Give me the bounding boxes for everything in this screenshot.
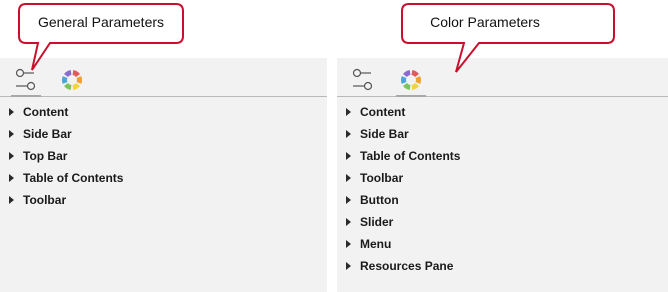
expand-arrow-icon[interactable] — [346, 152, 351, 160]
tree-item-label: Toolbar — [23, 193, 67, 207]
color-wheel-icon — [401, 70, 421, 90]
tree-item-label: Resources Pane — [360, 259, 454, 273]
color-wheel-segment — [72, 70, 80, 77]
color-wheel-segment — [62, 76, 68, 84]
tree-item-side-bar[interactable]: Side Bar — [337, 123, 460, 145]
tab-bar — [0, 58, 327, 97]
tab-bar — [337, 58, 668, 97]
general-parameters-panel: Content Side Bar Top Bar Table of Conten… — [0, 58, 327, 292]
tree-item-toolbar[interactable]: Toolbar — [337, 167, 460, 189]
expand-arrow-icon[interactable] — [346, 240, 351, 248]
tree-item-label: Side Bar — [23, 127, 72, 141]
callout-color-text: Color Parameters — [430, 14, 540, 30]
tree-item-label: Slider — [360, 215, 394, 229]
color-wheel-segment — [411, 70, 419, 77]
tree-item-label: Menu — [360, 237, 392, 251]
tree-item-slider[interactable]: Slider — [337, 211, 460, 233]
tree-item-table-of-contents[interactable]: Table of Contents — [337, 145, 460, 167]
color-wheel-icon — [62, 70, 82, 90]
color-wheel-segment — [64, 83, 72, 90]
color-wheel-segment — [411, 83, 419, 90]
tree-item-side-bar[interactable]: Side Bar — [0, 123, 123, 145]
expand-arrow-icon[interactable] — [9, 152, 14, 160]
expand-arrow-icon[interactable] — [9, 130, 14, 138]
expand-arrow-icon[interactable] — [346, 218, 351, 226]
expand-arrow-icon[interactable] — [346, 174, 351, 182]
tree-item-label: Button — [360, 193, 399, 207]
tree-item-resources-pane[interactable]: Resources Pane — [337, 255, 460, 277]
callout-general-text: General Parameters — [37, 14, 165, 30]
tab-color[interactable] — [396, 66, 426, 97]
tree-item-label: Side Bar — [360, 127, 409, 141]
expand-arrow-icon[interactable] — [346, 262, 351, 270]
tree-list: Content Side Bar Table of Contents Toolb… — [337, 101, 460, 277]
color-wheel-segment — [72, 83, 80, 90]
tree-item-label: Top Bar — [23, 149, 68, 163]
tab-color[interactable] — [58, 66, 86, 94]
color-wheel-segment — [76, 76, 82, 84]
tree-item-content[interactable]: Content — [0, 101, 123, 123]
expand-arrow-icon[interactable] — [9, 174, 14, 182]
color-parameters-panel: Content Side Bar Table of Contents Toolb… — [337, 58, 668, 292]
tab-general[interactable] — [349, 66, 377, 94]
expand-arrow-icon[interactable] — [9, 196, 14, 204]
tree-item-label: Table of Contents — [23, 171, 124, 185]
tree-item-button[interactable]: Button — [337, 189, 460, 211]
tree-list: Content Side Bar Top Bar Table of Conten… — [0, 101, 123, 211]
color-wheel-segment — [403, 70, 411, 77]
tree-item-label: Content — [23, 105, 69, 119]
tab-general[interactable] — [11, 66, 41, 97]
tree-item-menu[interactable]: Menu — [337, 233, 460, 255]
expand-arrow-icon[interactable] — [346, 108, 351, 116]
expand-arrow-icon[interactable] — [346, 130, 351, 138]
tree-item-content[interactable]: Content — [337, 101, 460, 123]
settings-sliders-icon — [352, 68, 373, 91]
tree-item-top-bar[interactable]: Top Bar — [0, 145, 123, 167]
expand-arrow-icon[interactable] — [9, 108, 14, 116]
expand-arrow-icon[interactable] — [346, 196, 351, 204]
tree-item-label: Content — [360, 105, 406, 119]
color-wheel-segment — [64, 70, 72, 77]
tree-item-toolbar[interactable]: Toolbar — [0, 189, 123, 211]
color-wheel-segment — [401, 76, 407, 84]
tree-item-label: Table of Contents — [360, 149, 461, 163]
tree-item-label: Toolbar — [360, 171, 404, 185]
color-wheel-segment — [403, 83, 411, 90]
color-wheel-segment — [415, 76, 421, 84]
tree-item-table-of-contents[interactable]: Table of Contents — [0, 167, 123, 189]
settings-sliders-icon — [15, 68, 36, 91]
